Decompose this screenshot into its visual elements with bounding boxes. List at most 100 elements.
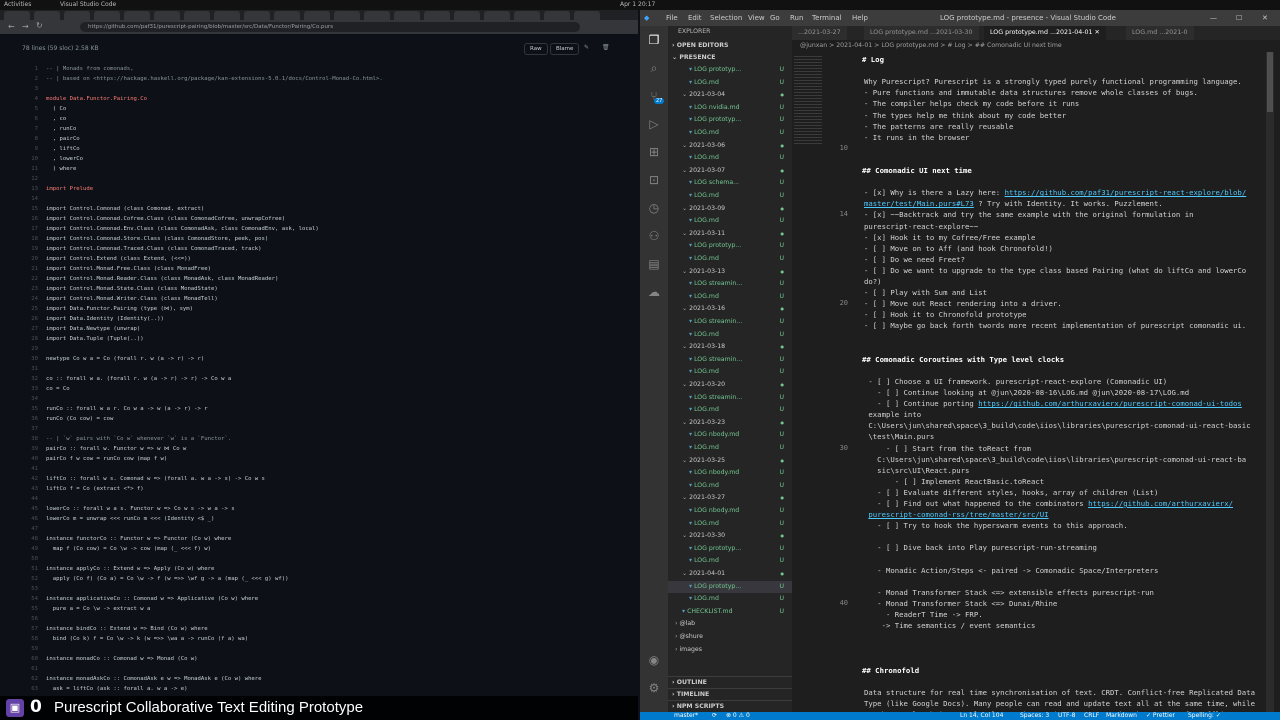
browser-tab[interactable] [544,11,570,20]
menu-item[interactable]: View [748,14,765,22]
file-item[interactable]: ▾ LOG streamin... U [668,278,792,290]
line-number[interactable]: 28 [14,334,38,344]
line-number[interactable]: 9 [14,144,38,154]
line-number[interactable]: 27 [14,324,38,334]
scrollbar-thumb[interactable] [1267,52,1273,112]
file-item[interactable]: ▾ LOG.md U [668,253,792,265]
browser-tab[interactable] [514,11,540,20]
line-number[interactable]: 40 [14,454,38,464]
line-number[interactable]: 1 [14,64,38,74]
line-number[interactable]: 33 [14,384,38,394]
settings-gear-icon[interactable]: ⚙ [646,680,662,696]
line-number[interactable]: 36 [14,414,38,424]
browser-tab[interactable] [94,11,120,20]
line-number[interactable]: 43 [14,484,38,494]
live-share-icon[interactable]: ⚇ [646,228,662,244]
line-number[interactable]: 45 [14,504,38,514]
file-item[interactable]: ▾ LOG prototyp... U [668,64,792,76]
folder-item[interactable]: ⌄ 2021-03-11 ● [668,228,792,240]
folder-item[interactable]: ⌄ 2021-03-25 ● [668,455,792,467]
folder-item[interactable]: ⌄ 2021-03-20 ● [668,379,792,391]
line-number[interactable]: 6 [14,114,38,124]
line-number[interactable]: 59 [14,644,38,654]
menu-item[interactable]: Go [770,14,780,22]
cursor-position[interactable]: Ln 14, Col 104 [960,712,1003,719]
line-number[interactable]: 37 [14,424,38,434]
browser-tab[interactable] [244,11,270,20]
file-item[interactable]: ▾ LOG nvidia.md U [668,102,792,114]
file-item[interactable]: ▾ LOG prototyp... U [668,580,792,593]
explorer-icon[interactable]: ❐ [646,32,662,48]
open-editors-section[interactable]: › OPEN EDITORS [668,40,792,52]
folder-item[interactable]: › @shure [668,631,792,643]
file-item[interactable]: ▾ LOG schema... U [668,177,792,189]
account-icon[interactable]: ◉ [646,652,662,668]
outline-section[interactable]: › OUTLINE [668,676,792,688]
menu-item[interactable]: Help [852,14,868,22]
run-debug-icon[interactable]: ▷ [646,116,662,132]
search-icon[interactable]: ⌕ [646,60,662,76]
maximize-icon[interactable]: ☐ [1236,14,1242,22]
folder-item[interactable]: ⌄ 2021-03-27 ● [668,492,792,504]
folder-item[interactable]: ⌄ 2021-03-13 ● [668,266,792,278]
browser-tab[interactable] [64,11,90,20]
folder-item[interactable]: › @lab [668,618,792,630]
line-number[interactable]: 13 [14,184,38,194]
folder-item[interactable]: ⌄ 2021-03-23 ● [668,417,792,429]
browser-tab[interactable] [4,11,30,20]
file-item[interactable]: ▾ LOG.md U [668,215,792,227]
browser-tab[interactable] [154,11,180,20]
indentation[interactable]: Spaces: 3 [1020,712,1049,719]
prettier-status[interactable]: ✓ Prettier [1146,712,1175,719]
line-number[interactable]: 54 [14,594,38,604]
line-number[interactable]: 44 [14,494,38,504]
line-number[interactable]: 14 [14,194,38,204]
line-number[interactable]: 62 [14,674,38,684]
file-item[interactable]: ▾ LOG.md U [668,291,792,303]
line-number[interactable]: 24 [14,294,38,304]
browser-tab[interactable] [214,11,240,20]
file-item[interactable]: ▾ LOG nbody.md U [668,429,792,441]
editor-tab[interactable]: LOG.md ...2021-0 [1126,26,1194,40]
workspace-section[interactable]: ⌄ PRESENCE [668,52,792,64]
line-number[interactable]: 18 [14,234,38,244]
folder-item[interactable]: › images [668,644,792,656]
browser-tab[interactable] [274,11,300,20]
timeline-section[interactable]: › TIMELINE [668,688,792,700]
line-number[interactable]: 39 [14,444,38,454]
line-number[interactable]: 63 [14,684,38,694]
browser-tab[interactable] [424,11,450,20]
line-number[interactable]: 53 [14,584,38,594]
spelling-status[interactable]: Spelling: ✓ [1188,712,1221,719]
line-number[interactable]: 30 [14,354,38,364]
line-number[interactable]: 31 [14,364,38,374]
editor-link[interactable]: purescript-comonad-rss/tree/master/src/U… [868,510,1048,519]
file-item[interactable]: ▾ LOG.md U [668,442,792,454]
folder-item[interactable]: ⌄ 2021-03-07 ● [668,165,792,177]
folder-item[interactable]: ⌄ 2021-03-16 ● [668,303,792,315]
npm-scripts-section[interactable]: › NPM SCRIPTS [668,700,792,712]
folder-item[interactable]: ⌄ 2021-04-01 ● [668,568,792,580]
line-number[interactable]: 20 [14,254,38,264]
line-number[interactable]: 12 [14,174,38,184]
line-number[interactable]: 38 [14,434,38,444]
activities-label[interactable]: Activities [4,1,31,8]
remote-icon[interactable]: ⊡ [646,172,662,188]
breadcrumb[interactable]: @junxan > 2021-04-01 > LOG prototype.md … [792,40,1280,52]
file-item[interactable]: ▾ LOG.md U [668,480,792,492]
forward-icon[interactable]: → [22,22,29,31]
line-number[interactable]: 7 [14,124,38,134]
line-number[interactable]: 22 [14,274,38,284]
book-icon[interactable]: ▤ [646,256,662,272]
folder-item[interactable]: ⌄ 2021-03-18 ● [668,341,792,353]
line-number[interactable]: 50 [14,554,38,564]
browser-tab[interactable] [34,11,60,20]
edit-icon[interactable]: ✎ [584,44,589,51]
browser-tab[interactable] [184,11,210,20]
minimize-icon[interactable]: — [1210,14,1217,22]
line-number[interactable]: 49 [14,544,38,554]
line-number[interactable]: 32 [14,374,38,384]
line-number[interactable]: 8 [14,134,38,144]
file-item[interactable]: ▾ LOG.md U [668,366,792,378]
line-number[interactable]: 55 [14,604,38,614]
